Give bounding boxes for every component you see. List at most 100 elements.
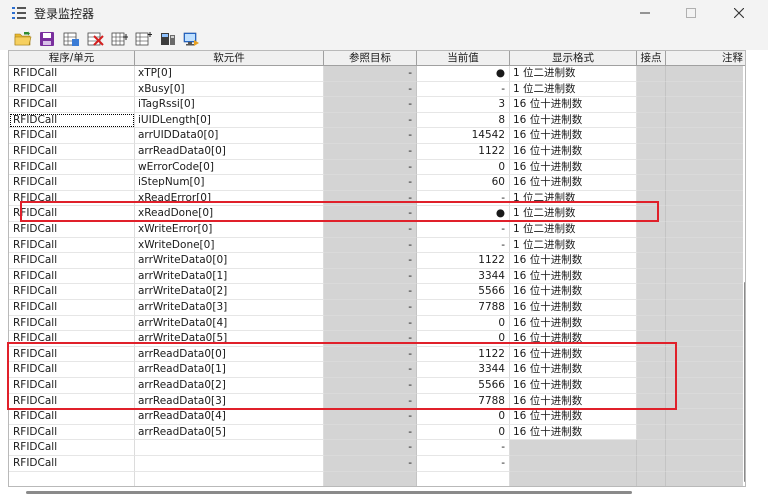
cell-device[interactable]: arrWriteData0[5]	[135, 331, 324, 347]
cell-reference[interactable]: -	[324, 362, 417, 378]
cell-reference[interactable]: -	[324, 81, 417, 98]
table-row[interactable]: RFIDCall arrWriteData0[2] -5566 16 位十进制数	[9, 284, 745, 300]
open-button[interactable]	[14, 30, 32, 47]
cell-reference[interactable]: -	[324, 159, 417, 176]
insert-row-button[interactable]	[110, 30, 128, 47]
cell-reference[interactable]: -	[324, 128, 417, 144]
vertical-scrollbar[interactable]	[743, 66, 745, 486]
cell-display-format[interactable]: 1 位二进制数	[510, 237, 637, 254]
cell-display-format[interactable]: 16 位十进制数	[510, 424, 637, 441]
cell-reference[interactable]: -	[324, 378, 417, 394]
cell-current-value[interactable]: 8	[417, 112, 510, 129]
cell-device[interactable]: arrReadData0[1]	[135, 362, 324, 378]
cell-program[interactable]: RFIDCall	[9, 253, 135, 269]
cell-reference[interactable]: -	[324, 331, 417, 347]
cell-program[interactable]: RFIDCall	[9, 128, 135, 144]
cell-current-value[interactable]: 1122	[417, 144, 510, 160]
cell-current-value[interactable]: 5566	[417, 284, 510, 300]
cell-reference[interactable]: -	[324, 284, 417, 300]
cell-reference[interactable]: -	[324, 440, 417, 456]
table-row[interactable]: RFIDCall xTP[0] - ● 1 位二进制数	[9, 66, 745, 82]
table-row[interactable]: RFIDCall arrWriteData0[3] -7788 16 位十进制数	[9, 300, 745, 316]
cell-device[interactable]: arrUIDData0[0]	[135, 128, 324, 144]
cell-reference[interactable]: -	[324, 253, 417, 269]
cell-device[interactable]: xReadDone[0]	[135, 206, 324, 222]
cell-current-value[interactable]: 0	[417, 331, 510, 347]
table-row[interactable]: RFIDCall - -	[9, 440, 745, 456]
cell-program[interactable]	[9, 471, 135, 486]
table-row[interactable]: RFIDCall arrWriteData0[1] -3344 16 位十进制数	[9, 268, 745, 285]
cell-reference[interactable]: -	[324, 112, 417, 129]
cell-device[interactable]: arrReadData0[2]	[135, 378, 324, 394]
cell-device[interactable]: iStepNum[0]	[135, 175, 324, 191]
cell-device[interactable]: arrWriteData0[0]	[135, 253, 324, 269]
minimize-button[interactable]	[622, 0, 668, 26]
cell-program[interactable]: RFIDCall	[9, 175, 135, 191]
delete-row-button[interactable]	[86, 30, 104, 47]
cell-current-value[interactable]	[417, 471, 510, 486]
cell-display-format[interactable]: 16 位十进制数	[510, 159, 637, 176]
column-header-device[interactable]: 软元件	[135, 51, 324, 66]
cell-program[interactable]: RFIDCall	[9, 97, 135, 113]
cell-current-value[interactable]: -	[417, 81, 510, 98]
cell-current-value[interactable]: 0	[417, 315, 510, 332]
cell-display-format[interactable]: 16 位十进制数	[510, 393, 637, 410]
table-row[interactable]: RFIDCall arrUIDData0[0] -14542 16 位十进制数	[9, 128, 745, 144]
cell-current-value[interactable]: ●	[417, 206, 510, 222]
cell-device[interactable]: iTagRssi[0]	[135, 97, 324, 113]
cell-display-format[interactable]: 16 位十进制数	[510, 362, 637, 378]
cell-reference[interactable]: -	[324, 315, 417, 332]
vertical-scroll-thumb[interactable]	[744, 282, 745, 482]
table-row[interactable]: RFIDCall xBusy[0] - -1 位二进制数	[9, 81, 745, 98]
cell-reference[interactable]: -	[324, 97, 417, 113]
cell-reference[interactable]: -	[324, 409, 417, 425]
cell-display-format[interactable]	[510, 440, 637, 456]
cell-display-format[interactable]: 16 位十进制数	[510, 97, 637, 113]
maximize-button[interactable]	[668, 0, 714, 26]
cell-program[interactable]: RFIDCall	[9, 206, 135, 222]
cell-current-value[interactable]: -	[417, 440, 510, 456]
cell-display-format[interactable]: 16 位十进制数	[510, 409, 637, 425]
cell-reference[interactable]: -	[324, 300, 417, 316]
cell-display-format[interactable]: 1 位二进制数	[510, 81, 637, 98]
cell-device[interactable]: wErrorCode[0]	[135, 159, 324, 176]
cell-device[interactable]: arrReadData0[3]	[135, 393, 324, 410]
cell-display-format[interactable]: 1 位二进制数	[510, 222, 637, 238]
cell-program[interactable]: RFIDCall	[9, 159, 135, 176]
cell-current-value[interactable]: 60	[417, 175, 510, 191]
save-button[interactable]	[38, 30, 56, 47]
cell-program[interactable]: RFIDCall	[9, 112, 135, 129]
table-row[interactable]: RFIDCall arrReadData0[2] -5566 16 位十进制数	[9, 378, 745, 394]
table-row[interactable]: RFIDCall xWriteError[0] - -1 位二进制数	[9, 222, 745, 238]
cell-display-format[interactable]: 16 位十进制数	[510, 144, 637, 160]
cell-device[interactable]: arrWriteData0[3]	[135, 300, 324, 316]
table-row[interactable]: RFIDCall - -	[9, 456, 745, 472]
cell-program[interactable]: RFIDCall	[9, 268, 135, 285]
cell-display-format[interactable]: 16 位十进制数	[510, 175, 637, 191]
cell-device[interactable]: arrReadData0[4]	[135, 409, 324, 425]
cell-display-format[interactable]: 16 位十进制数	[510, 268, 637, 285]
cell-reference[interactable]: -	[324, 456, 417, 472]
cell-display-format[interactable]: 16 位十进制数	[510, 315, 637, 332]
cell-current-value[interactable]: -	[417, 237, 510, 254]
horizontal-scroll-thumb[interactable]	[26, 491, 632, 494]
cell-program[interactable]: RFIDCall	[9, 440, 135, 456]
cell-current-value[interactable]: 3	[417, 97, 510, 113]
cell-reference[interactable]: -	[324, 346, 417, 363]
cell-reference[interactable]: -	[324, 190, 417, 207]
cell-program[interactable]: RFIDCall	[9, 222, 135, 238]
cell-reference[interactable]: -	[324, 268, 417, 285]
cell-device[interactable]: xWriteError[0]	[135, 222, 324, 238]
cell-program[interactable]: RFIDCall	[9, 424, 135, 441]
table-row[interactable]: RFIDCall arrReadData0[1] -3344 16 位十进制数	[9, 362, 745, 378]
table-row[interactable]: RFIDCall wErrorCode[0] -0 16 位十进制数	[9, 159, 745, 176]
table-row[interactable]: RFIDCall xWriteDone[0] - -1 位二进制数	[9, 237, 745, 254]
cell-display-format[interactable]: 16 位十进制数	[510, 300, 637, 316]
cell-device[interactable]	[135, 456, 324, 472]
monitor-button[interactable]	[182, 30, 200, 47]
cell-program[interactable]: RFIDCall	[9, 346, 135, 363]
cell-device[interactable]: xBusy[0]	[135, 81, 324, 98]
cell-program[interactable]: RFIDCall	[9, 190, 135, 207]
cell-current-value[interactable]: -	[417, 190, 510, 207]
cell-program[interactable]: RFIDCall	[9, 315, 135, 332]
